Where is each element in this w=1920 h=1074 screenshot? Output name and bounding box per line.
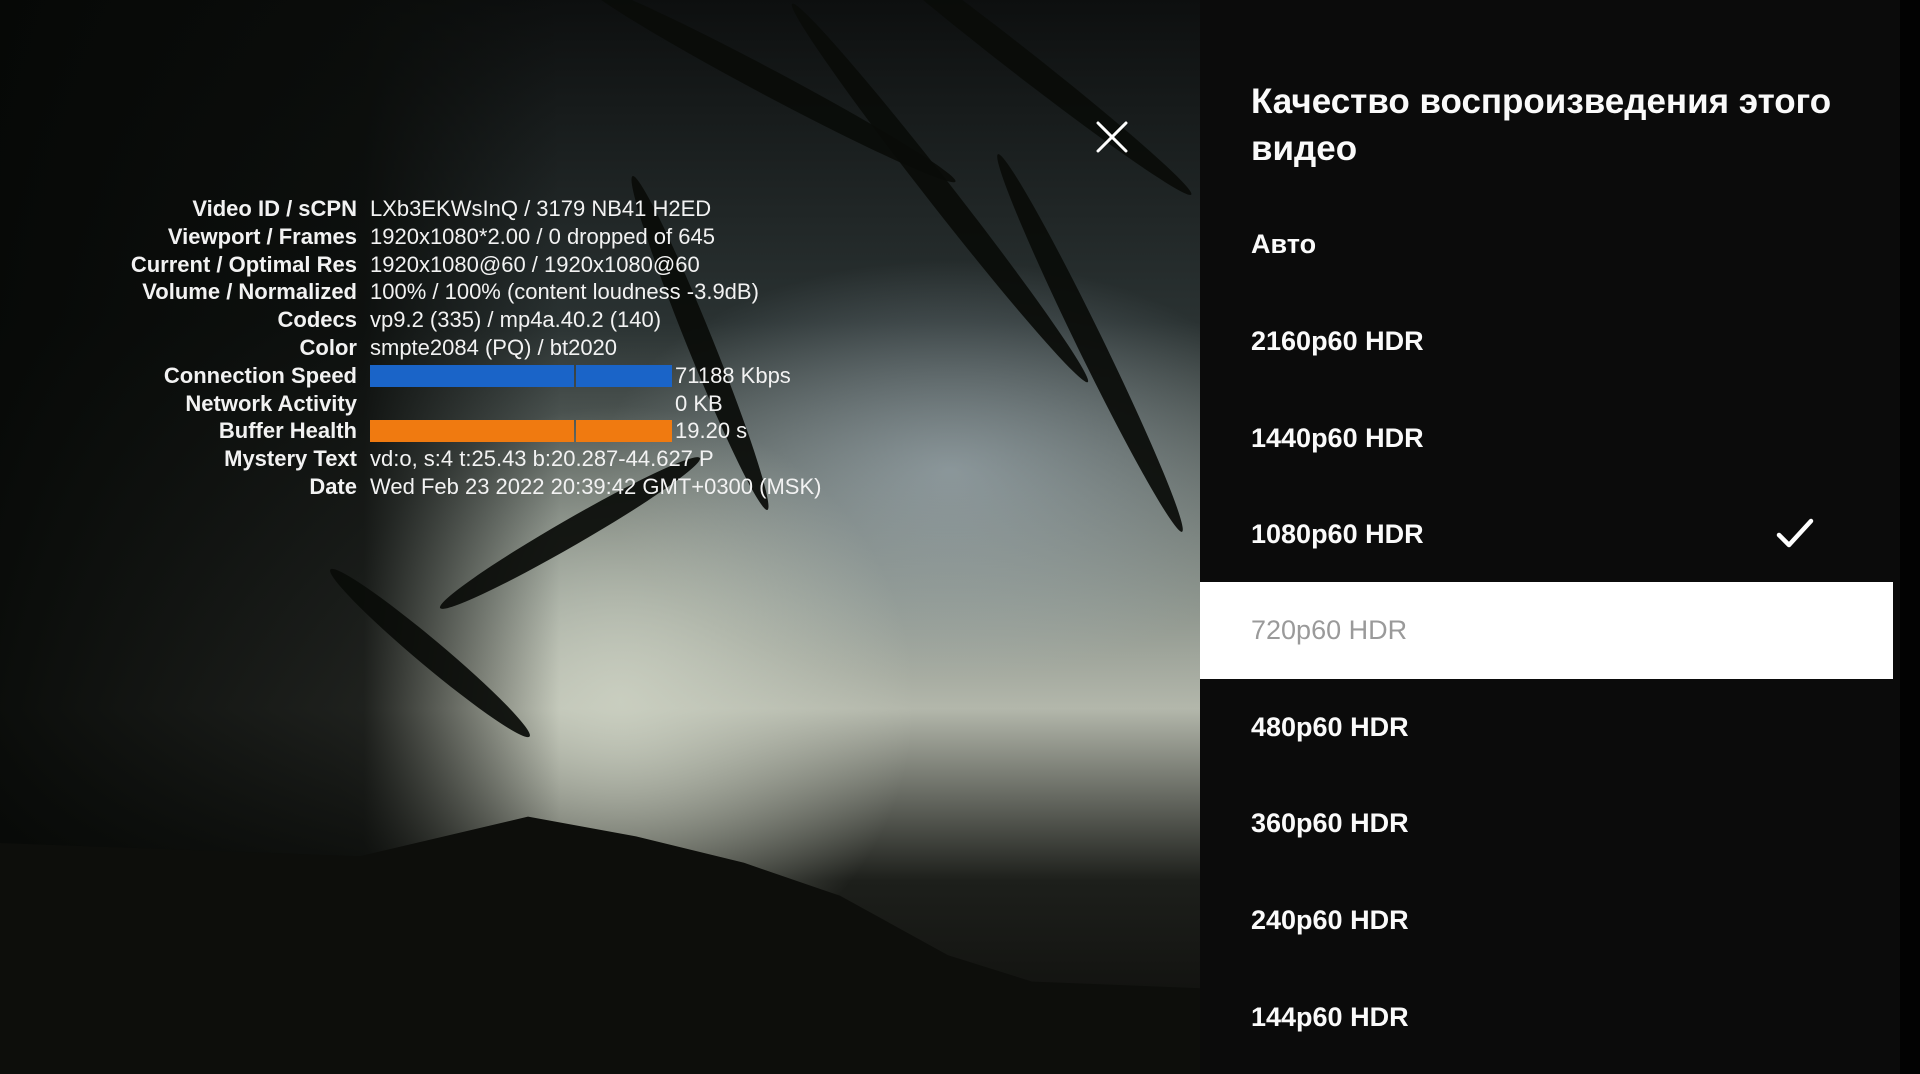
stat-key: Current / Optimal Res bbox=[130, 251, 357, 277]
stat-row-resolution: Current / Optimal Res 1920x1080@60 / 192… bbox=[100, 251, 821, 279]
quality-option-240p60[interactable]: 240p60 HDR bbox=[1200, 872, 1893, 969]
network-activity-value: 0 KB bbox=[675, 390, 723, 416]
stats-for-nerds-panel: Video ID / sCPN LXb3EKWsInQ / 3179 NB41 … bbox=[100, 195, 822, 501]
quality-option-label: 360p60 HDR bbox=[1251, 808, 1409, 838]
quality-option-label: 144p60 HDR bbox=[1251, 1002, 1409, 1032]
quality-option-144p60[interactable]: 144p60 HDR bbox=[1200, 969, 1893, 1066]
stat-key: Color bbox=[299, 334, 357, 360]
quality-option-label: 720p60 HDR bbox=[1251, 615, 1408, 645]
quality-option-label: 1440p60 HDR bbox=[1251, 423, 1424, 453]
quality-option-2160p60[interactable]: 2160p60 HDR bbox=[1200, 293, 1893, 390]
checkmark-icon bbox=[1776, 518, 1814, 548]
stat-value: LXb3EKWsInQ / 3179 NB41 H2ED bbox=[370, 196, 712, 221]
stat-value: 0 KB bbox=[370, 390, 723, 418]
quality-option-1080p60[interactable]: 1080p60 HDR bbox=[1200, 486, 1893, 583]
quality-option-label: 240p60 HDR bbox=[1251, 905, 1409, 935]
stat-value: vd:o, s:4 t:25.43 b:20.287-44.627 P bbox=[370, 446, 714, 472]
close-button[interactable] bbox=[1095, 120, 1129, 154]
quality-option-360p60[interactable]: 360p60 HDR bbox=[1200, 775, 1893, 872]
stat-row-network-activity: Network Activity 0 KB bbox=[100, 390, 821, 418]
stat-key: Buffer Health bbox=[218, 418, 357, 444]
quality-option-label: Авто bbox=[1251, 229, 1317, 259]
quality-option-720p60[interactable]: 720p60 HDR bbox=[1200, 582, 1893, 679]
quality-option-label: 2160p60 HDR bbox=[1251, 326, 1424, 356]
stat-row-connection-speed: Connection Speed 71188 Kbps bbox=[100, 362, 821, 390]
quality-option-auto[interactable]: Авто bbox=[1200, 196, 1893, 293]
quality-option-label: 480p60 HDR bbox=[1251, 712, 1409, 742]
stat-key: Video ID / sCPN bbox=[192, 196, 357, 221]
palm-frond bbox=[986, 148, 1194, 538]
stat-key: Date bbox=[309, 473, 357, 499]
stat-value: 19.20 s bbox=[370, 417, 747, 445]
stat-row-video-id: Video ID / sCPN LXb3EKWsInQ / 3179 NB41 … bbox=[100, 195, 821, 223]
stat-row-mystery-text: Mystery Text vd:o, s:4 t:25.43 b:20.287-… bbox=[100, 445, 821, 473]
stat-key: Network Activity bbox=[185, 390, 357, 416]
stat-key: Mystery Text bbox=[224, 446, 357, 472]
stat-value: vp9.2 (335) / mp4a.40.2 (140) bbox=[370, 307, 662, 333]
stat-value: smpte2084 (PQ) / bt2020 bbox=[370, 334, 618, 360]
stat-value: 100% / 100% (content loudness -3.9dB) bbox=[370, 279, 759, 305]
connection-speed-value: 71188 Kbps bbox=[675, 362, 791, 388]
stat-key: Codecs bbox=[277, 307, 357, 333]
stat-row-codecs: Codecs vp9.2 (335) / mp4a.40.2 (140) bbox=[100, 306, 821, 334]
screen-edge bbox=[1900, 0, 1920, 1074]
close-icon bbox=[1096, 121, 1128, 153]
stat-row-buffer-health: Buffer Health 19.20 s bbox=[100, 417, 821, 445]
connection-speed-bar bbox=[370, 364, 672, 387]
stat-key: Viewport / Frames bbox=[167, 223, 357, 249]
network-activity-bar bbox=[370, 392, 675, 414]
stat-row-volume: Volume / Normalized 100% / 100% (content… bbox=[100, 278, 821, 306]
stat-value: 71188 Kbps bbox=[370, 362, 791, 390]
stat-value: Wed Feb 23 2022 20:39:42 GMT+0300 (MSK) bbox=[370, 473, 822, 499]
video-frame bbox=[0, 0, 1200, 1074]
quality-menu-panel: Качество воспроизведения этого видео Авт… bbox=[1200, 0, 1900, 1074]
buffer-health-bar bbox=[370, 420, 672, 443]
quality-option-480p60[interactable]: 480p60 HDR bbox=[1200, 679, 1893, 776]
quality-menu-title: Качество воспроизведения этого видео bbox=[1251, 82, 1832, 168]
palm-frond bbox=[781, 0, 1099, 391]
stat-value: 1920x1080@60 / 1920x1080@60 bbox=[370, 251, 700, 277]
quality-option-1440p60[interactable]: 1440p60 HDR bbox=[1200, 390, 1893, 487]
stat-key: Volume / Normalized bbox=[142, 279, 357, 305]
stat-value: 1920x1080*2.00 / 0 dropped of 645 bbox=[370, 223, 715, 249]
quality-option-label: 1080p60 HDR bbox=[1251, 519, 1424, 549]
stat-row-date: Date Wed Feb 23 2022 20:39:42 GMT+0300 (… bbox=[100, 473, 821, 501]
stat-row-color: Color smpte2084 (PQ) / bt2020 bbox=[100, 334, 821, 362]
stat-key: Connection Speed bbox=[163, 362, 357, 388]
buffer-health-value: 19.20 s bbox=[675, 418, 748, 444]
stat-row-viewport: Viewport / Frames 1920x1080*2.00 / 0 dro… bbox=[100, 223, 821, 251]
